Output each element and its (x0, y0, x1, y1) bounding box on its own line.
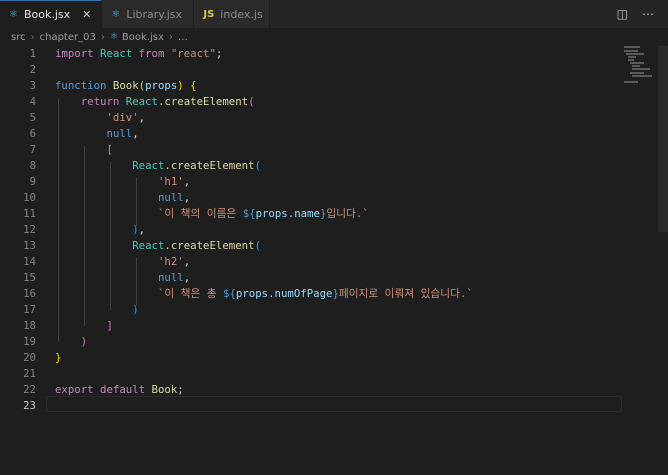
line-number: 7 (29, 143, 36, 156)
line-number: 3 (29, 79, 36, 92)
tab-bar-actions: ◫ ⋯ (617, 0, 668, 28)
line-number: 19 (23, 335, 36, 348)
tab-index-js[interactable]: JS index.js (194, 0, 271, 28)
code-text: import React from "react"; (55, 47, 223, 60)
breadcrumb-folder-chapter[interactable]: chapter_03 (40, 32, 96, 43)
code-text: 'h1', (157, 175, 191, 188)
code-line: 15 null, (0, 270, 640, 286)
line-number: 2 (29, 63, 36, 76)
code-line: 23 (0, 398, 640, 414)
more-actions-icon[interactable]: ⋯ (642, 7, 654, 21)
line-number: 21 (23, 367, 36, 380)
line-number: 4 (29, 95, 36, 108)
line-number: 11 (23, 207, 36, 220)
react-icon: ⚛ (109, 32, 118, 42)
line-number: 22 (23, 383, 36, 396)
code-text: 'div', (106, 111, 146, 124)
line-number: 9 (29, 175, 36, 188)
chevron-right-icon: › (168, 31, 173, 43)
line-number: 8 (29, 159, 36, 172)
code-line: 20} (0, 350, 640, 366)
code-text: ) (132, 303, 139, 316)
line-number: 18 (23, 319, 36, 332)
code-line: 17 ) (0, 302, 640, 318)
react-icon: ⚛ (111, 8, 121, 20)
code-text: return React.createElement( (80, 95, 255, 108)
code-line: 16 `이 책은 총 ${props.numOfPage}페이지로 이뤄져 있습… (0, 286, 640, 302)
chevron-right-icon: › (100, 31, 105, 43)
code-text: function Book(props) { (55, 79, 197, 92)
react-icon: ⚛ (9, 9, 18, 20)
tab-library-jsx[interactable]: ⚛ Library.jsx (102, 0, 195, 28)
line-number: 5 (29, 111, 36, 124)
tab-label: Library.jsx (126, 7, 183, 21)
code-line: 13 React.createElement( (0, 238, 640, 254)
code-text: null, (106, 127, 139, 140)
editor-tab-bar: ⚛ Book.jsx ✕ ⚛ Library.jsx JS index.js ◫… (0, 0, 668, 28)
line-number: 13 (23, 239, 36, 252)
code-text: ] (106, 319, 113, 332)
vertical-scrollbar[interactable] (658, 46, 668, 232)
close-icon[interactable]: ✕ (82, 8, 91, 21)
split-editor-icon[interactable]: ◫ (617, 7, 628, 21)
code-line: 4 return React.createElement( (0, 94, 640, 110)
line-number: 15 (23, 271, 36, 284)
breadcrumb-folder-src[interactable]: src (11, 32, 26, 43)
line-number: 17 (23, 303, 36, 316)
line-number: 12 (23, 223, 36, 236)
code-line: 19 ) (0, 334, 640, 350)
line-number: 16 (23, 287, 36, 300)
code-line: 21 (0, 366, 640, 382)
line-number: 14 (23, 255, 36, 268)
line-number: 1 (29, 47, 36, 60)
code-line: 9 'h1', (0, 174, 640, 190)
chevron-right-icon: › (30, 31, 35, 43)
code-line: 6 null, (0, 126, 640, 142)
code-text: null, (157, 271, 191, 284)
code-line: 1 import React from "react"; (0, 46, 640, 62)
code-text: export default Book; (55, 383, 184, 396)
code-text: [ (106, 143, 113, 156)
line-number: 23 (23, 399, 36, 412)
code-text: 'h2', (157, 255, 191, 268)
code-line: 14 'h2', (0, 254, 640, 270)
code-text: React.createElement( (132, 239, 261, 252)
code-text: ) (80, 335, 88, 348)
breadcrumb: src › chapter_03 › ⚛ Book.jsx › … (0, 28, 668, 46)
code-text: React.createElement( (132, 159, 261, 172)
tab-label: index.js (220, 7, 263, 21)
code-text: ), (132, 223, 146, 236)
line-number: 20 (23, 351, 36, 364)
code-line: 7 [ (0, 142, 640, 158)
line-number: 6 (29, 127, 36, 140)
tab-label: Book.jsx (23, 8, 71, 21)
breadcrumb-file[interactable]: Book.jsx (122, 32, 164, 43)
js-icon: JS (203, 8, 215, 20)
code-line: 2 (0, 62, 640, 78)
code-line: 22 export default Book; (0, 382, 640, 398)
code-text: `이 책의 이름은 ${props.name}입니다.` (157, 207, 369, 220)
code-line: 5 'div', (0, 110, 640, 126)
code-line: 12 ), (0, 222, 640, 238)
code-line: 18 ] (0, 318, 640, 334)
code-text: } (55, 351, 62, 364)
code-text: `이 책은 총 ${props.numOfPage}페이지로 이뤄져 있습니다.… (157, 287, 473, 300)
tab-book-jsx[interactable]: ⚛ Book.jsx ✕ (0, 0, 103, 28)
vscode-window: ⚛ Book.jsx ✕ ⚛ Library.jsx JS index.js ◫… (0, 0, 668, 475)
code-line: 11 `이 책의 이름은 ${props.name}입니다.` (0, 206, 640, 222)
code-line: 10 null, (0, 190, 640, 206)
code-line: 8 React.createElement( (0, 158, 640, 174)
code-editor[interactable]: 1 import React from "react"; 2 3 function Bo… (0, 46, 668, 475)
line-number: 10 (23, 191, 36, 204)
breadcrumb-symbol[interactable]: … (178, 32, 188, 43)
code-text: null, (157, 191, 191, 204)
code-line: 3 function Book(props) { (0, 78, 640, 94)
